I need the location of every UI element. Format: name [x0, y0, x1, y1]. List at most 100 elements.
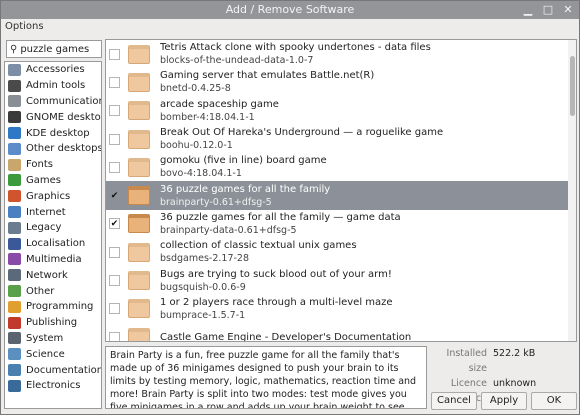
package-row[interactable]: Castle Game Engine - Developer's Documen…: [106, 323, 576, 341]
package-rows: Tetris Attack clone with spooky underton…: [106, 40, 576, 341]
package-box-icon: [128, 242, 150, 262]
category-icon: [8, 316, 21, 329]
package-row[interactable]: Bugs are trying to suck blood out of you…: [106, 266, 576, 294]
search-box: ⚲: [6, 40, 102, 58]
category-label: Localisation: [26, 238, 86, 250]
package-title: gomoku (five in line) board game: [160, 155, 327, 167]
category-item[interactable]: Other: [5, 283, 101, 299]
package-box-icon: [128, 186, 150, 206]
package-name: bovo-4:18.04.1-1: [160, 168, 242, 180]
category-icon: [8, 237, 21, 250]
installed-size-label: Installed size: [446, 348, 487, 374]
category-item[interactable]: KDE desktop: [5, 125, 101, 141]
install-checkbox[interactable]: [109, 246, 120, 258]
package-box-icon: [128, 299, 150, 319]
minimize-icon[interactable]: ▁: [521, 3, 535, 17]
package-row[interactable]: Break Out Of Hareka's Underground — a ro…: [106, 125, 576, 153]
category-item[interactable]: Admin tools: [5, 78, 101, 94]
category-label: Fonts: [26, 159, 53, 171]
category-item[interactable]: Accessories: [5, 62, 101, 78]
package-box-icon: [128, 72, 150, 92]
install-checkbox[interactable]: [109, 105, 120, 117]
package-text: 1 or 2 players race through a multi-leve…: [160, 296, 393, 322]
package-row[interactable]: Tetris Attack clone with spooky underton…: [106, 40, 576, 68]
category-item[interactable]: Fonts: [5, 157, 101, 173]
title-bar: Add / Remove Software ▁ □ ✕: [1, 1, 579, 19]
category-item[interactable]: Publishing: [5, 315, 101, 331]
install-checkbox[interactable]: [109, 48, 120, 60]
category-item[interactable]: Games: [5, 173, 101, 189]
package-box-icon: [128, 327, 150, 341]
category-icon: [8, 253, 21, 266]
package-name: bugsquish-0.0.6-9: [160, 281, 246, 293]
package-box-icon: [128, 271, 150, 291]
package-row[interactable]: Gaming server that emulates Battle.net(R…: [106, 68, 576, 96]
menu-bar: Options: [1, 19, 579, 35]
package-box-icon: [128, 129, 150, 149]
category-item[interactable]: Internet: [5, 204, 101, 220]
package-title: 36 puzzle games for all the family — gam…: [160, 211, 401, 223]
package-text: gomoku (five in line) board game bovo-4:1…: [160, 154, 327, 180]
category-item[interactable]: Legacy: [5, 220, 101, 236]
category-item[interactable]: Science: [5, 346, 101, 362]
package-title: arcade spaceship game: [160, 98, 279, 110]
close-icon[interactable]: ✕: [561, 3, 575, 17]
package-row[interactable]: arcade spaceship game bomber-4:18.04.1-1: [106, 97, 576, 125]
category-label: Multimedia: [26, 253, 82, 265]
category-item[interactable]: Electronics: [5, 378, 101, 394]
category-label: Legacy: [26, 222, 62, 234]
category-icon: [8, 95, 21, 108]
install-checkbox[interactable]: [109, 331, 120, 341]
package-box-icon: [128, 101, 150, 121]
category-icon: [8, 142, 21, 155]
apply-button[interactable]: Apply: [481, 392, 527, 410]
package-row[interactable]: ✔ 36 puzzle games for all the family brain…: [106, 181, 576, 210]
category-item[interactable]: Documentation: [5, 362, 101, 378]
category-item[interactable]: Localisation: [5, 236, 101, 252]
ok-button[interactable]: OK: [531, 392, 577, 410]
package-box-icon: [128, 214, 150, 234]
category-item[interactable]: Graphics: [5, 188, 101, 204]
licence-label: Licence: [450, 378, 487, 389]
install-checkbox[interactable]: [109, 303, 120, 315]
scrollbar-thumb[interactable]: [570, 56, 575, 116]
category-icon: [8, 364, 21, 377]
install-checkbox[interactable]: [109, 76, 120, 88]
category-item[interactable]: System: [5, 331, 101, 347]
category-icon: [8, 348, 21, 361]
category-item[interactable]: Other desktops: [5, 141, 101, 157]
package-row[interactable]: collection of classic textual unix games…: [106, 238, 576, 266]
package-text: Castle Game Engine - Developer's Documen…: [160, 331, 411, 341]
package-box-icon: [128, 157, 150, 177]
menu-options[interactable]: Options: [5, 21, 44, 32]
licence-value: unknown: [493, 378, 537, 389]
cancel-button[interactable]: Cancel: [431, 392, 477, 410]
install-checkbox[interactable]: [109, 133, 120, 145]
package-row[interactable]: 1 or 2 players race through a multi-leve…: [106, 295, 576, 323]
category-icon: [8, 127, 21, 140]
package-title: 1 or 2 players race through a multi-leve…: [160, 296, 393, 308]
package-scrollbar[interactable]: [568, 40, 576, 341]
install-checkbox[interactable]: ✔: [109, 218, 120, 230]
install-checkbox[interactable]: [109, 161, 120, 173]
package-title: Gaming server that emulates Battle.net(R…: [160, 70, 375, 82]
package-name: bsdgames-2.17-28: [160, 253, 250, 265]
install-checkbox[interactable]: [109, 275, 120, 287]
package-row[interactable]: gomoku (five in line) board game bovo-4:1…: [106, 153, 576, 181]
install-checkbox[interactable]: ✔: [109, 190, 120, 201]
category-item[interactable]: Multimedia: [5, 252, 101, 268]
package-name: brainparty-0.61+dfsg-5: [160, 196, 272, 208]
category-icon: [8, 206, 21, 219]
package-text: collection of classic textual unix games…: [160, 239, 357, 265]
category-item[interactable]: GNOME desktop: [5, 109, 101, 125]
category-item[interactable]: Network: [5, 267, 101, 283]
search-input[interactable]: [20, 43, 91, 55]
package-description: Brain Party is a fun, free puzzle game f…: [105, 346, 427, 409]
category-label: Accessories: [26, 64, 85, 76]
category-item[interactable]: Programming: [5, 299, 101, 315]
package-row[interactable]: ✔ 36 puzzle games for all the family — ga…: [106, 210, 576, 238]
package-title: Tetris Attack clone with spooky underton…: [160, 42, 431, 54]
category-item[interactable]: Communication: [5, 94, 101, 110]
category-icon: [8, 190, 21, 203]
maximize-icon[interactable]: □: [541, 3, 555, 17]
